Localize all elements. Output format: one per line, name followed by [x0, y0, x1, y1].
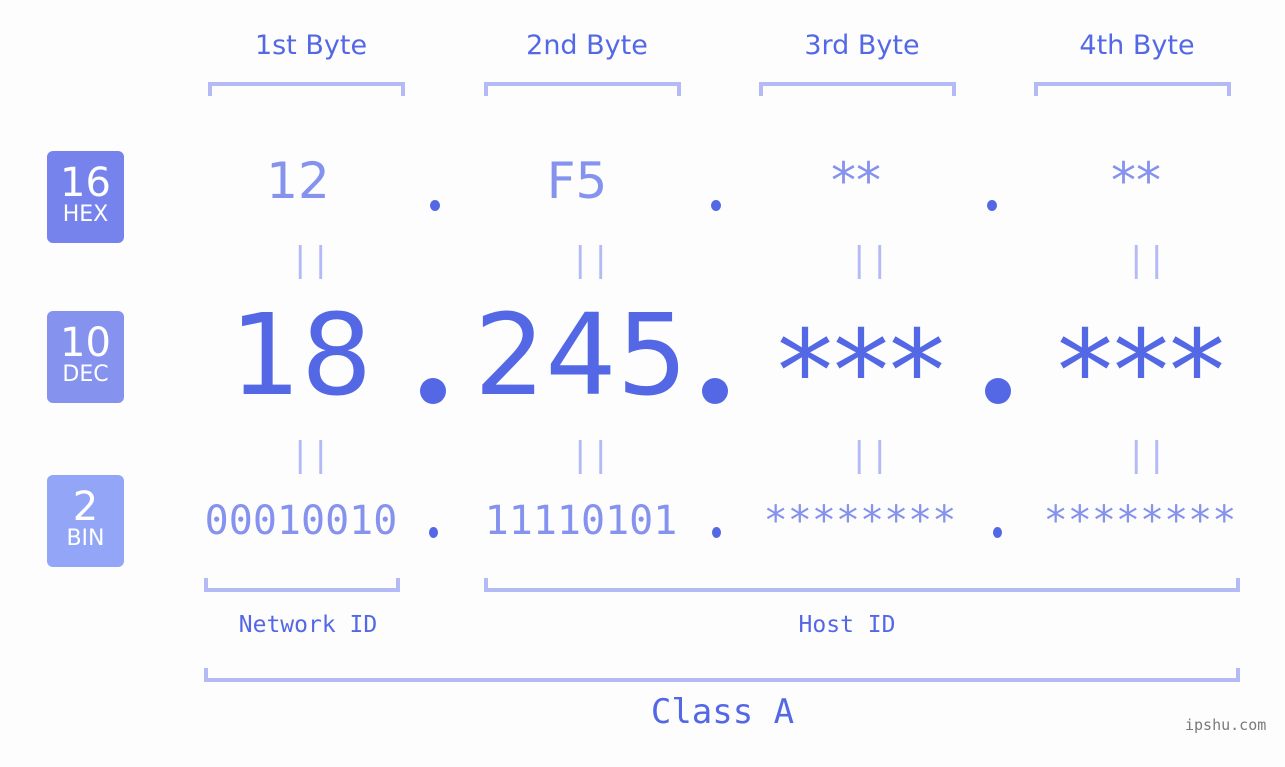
hex-dot-1	[430, 200, 440, 211]
hex-label: HEX	[62, 202, 109, 227]
equals-dec-bin-1: ||	[290, 435, 331, 475]
equals-dec-bin-4: ||	[1126, 435, 1167, 475]
bin-byte-2: 11110101	[484, 498, 678, 544]
dec-byte-1: 18	[229, 291, 373, 421]
hex-byte-2: F5	[546, 152, 608, 210]
byte-bracket-1	[208, 82, 405, 96]
dec-dot-2	[702, 378, 728, 404]
dec-label: DEC	[62, 362, 109, 387]
bin-byte-3: ********	[763, 498, 957, 544]
byte-header-1: 1st Byte	[254, 30, 368, 61]
host-id-bracket	[484, 578, 1240, 592]
equals-dec-bin-2: ||	[570, 435, 611, 475]
dec-badge: 10 DEC	[47, 311, 124, 403]
dec-byte-4: ***	[1057, 307, 1225, 437]
hex-byte-1: 12	[266, 152, 330, 210]
hex-byte-4: **	[1111, 152, 1161, 210]
watermark: ipshu.com	[1185, 716, 1267, 734]
host-id-label: Host ID	[798, 612, 896, 638]
dec-byte-3: ***	[777, 307, 945, 437]
bin-badge: 2 BIN	[47, 475, 124, 567]
bin-dot-2	[712, 527, 721, 538]
dec-byte-2: 245	[474, 291, 688, 421]
bin-byte-1: 00010010	[204, 498, 398, 544]
hex-dot-3	[987, 200, 997, 211]
hex-badge: 16 HEX	[47, 151, 124, 243]
equals-hex-dec-4: ||	[1126, 240, 1167, 280]
equals-hex-dec-1: ||	[290, 240, 331, 280]
bin-dot-1	[429, 527, 438, 538]
dec-dot-3	[985, 378, 1011, 404]
class-bracket	[204, 668, 1240, 682]
equals-hex-dec-2: ||	[570, 240, 611, 280]
class-label: Class A	[650, 692, 795, 732]
bin-byte-4: ********	[1043, 498, 1237, 544]
byte-header-3: 3rd Byte	[804, 30, 920, 61]
byte-header-2: 2nd Byte	[526, 30, 648, 61]
bin-base: 2	[72, 484, 99, 530]
dec-dot-1	[420, 378, 446, 404]
network-id-label: Network ID	[238, 612, 378, 638]
dec-base: 10	[60, 320, 111, 366]
bin-label: BIN	[66, 526, 105, 551]
hex-byte-3: **	[831, 152, 881, 210]
equals-dec-bin-3: ||	[849, 435, 890, 475]
byte-bracket-3	[759, 82, 956, 96]
byte-bracket-2	[484, 82, 681, 96]
network-id-bracket	[204, 578, 400, 592]
bin-dot-3	[993, 527, 1002, 538]
byte-header-4: 4th Byte	[1079, 30, 1195, 61]
byte-bracket-4	[1034, 82, 1231, 96]
equals-hex-dec-3: ||	[849, 240, 890, 280]
hex-dot-2	[711, 200, 721, 211]
hex-base: 16	[60, 160, 111, 206]
